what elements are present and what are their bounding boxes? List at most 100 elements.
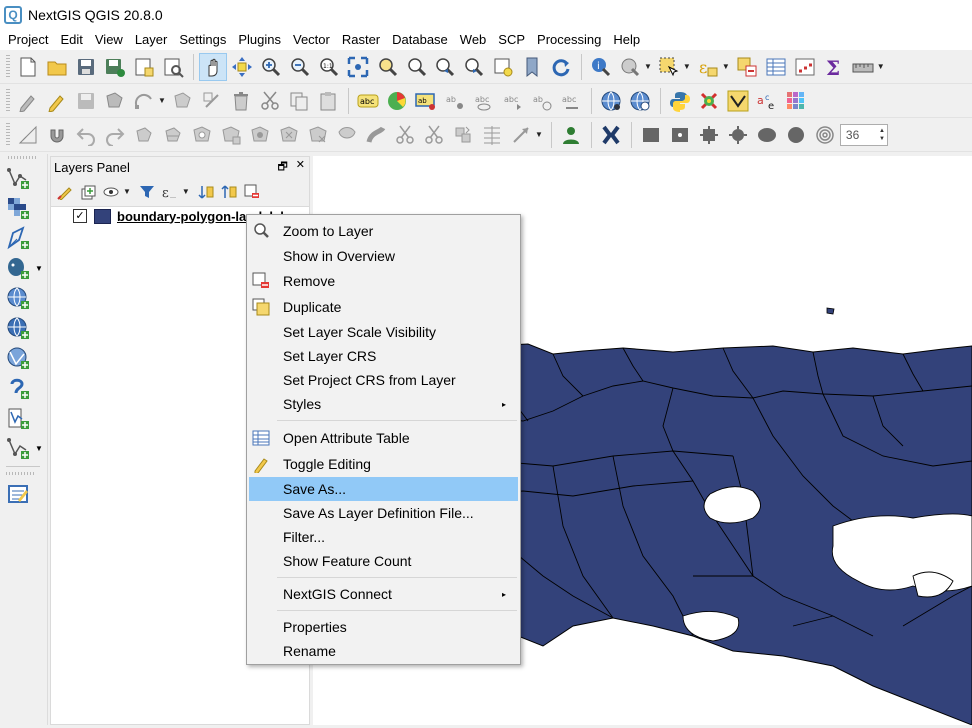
- new-project-button[interactable]: [14, 53, 42, 81]
- select-by-expression-button[interactable]: ε: [694, 53, 722, 81]
- label-toolbar-button[interactable]: abc: [354, 87, 382, 115]
- menu-processing[interactable]: Processing: [531, 30, 607, 50]
- toolbar-grip[interactable]: [6, 88, 10, 113]
- filter-expression-icon[interactable]: ε…: [160, 182, 180, 202]
- zoom-last-button[interactable]: [431, 53, 459, 81]
- save-project-button[interactable]: [72, 53, 100, 81]
- menu-item-nextgis-connect[interactable]: NextGIS Connect ▸: [249, 582, 518, 606]
- modify-attributes-button[interactable]: [198, 87, 226, 115]
- color-grid-button[interactable]: [782, 87, 810, 115]
- zoom-full-button[interactable]: [344, 53, 372, 81]
- close-panel-icon[interactable]: ✕: [296, 158, 305, 177]
- menu-project[interactable]: Project: [2, 30, 54, 50]
- menu-item-remove[interactable]: Remove: [249, 269, 518, 293]
- rotate-point-symbols-button[interactable]: [507, 121, 535, 149]
- merge-selected-button[interactable]: [449, 121, 477, 149]
- copy-features-button[interactable]: [285, 87, 313, 115]
- chevron-down-icon[interactable]: ▼: [877, 62, 885, 71]
- add-delimited-text-button[interactable]: [4, 224, 32, 252]
- rotate-feature-button[interactable]: [130, 121, 158, 149]
- delete-part-button[interactable]: [304, 121, 332, 149]
- chevron-down-icon[interactable]: ▼: [722, 62, 730, 71]
- pin-labels-button[interactable]: ab: [441, 87, 469, 115]
- menu-item-toggle-editing[interactable]: Toggle Editing: [249, 452, 518, 476]
- menu-item-show-in-overview[interactable]: Show in Overview: [249, 244, 518, 268]
- save-as-button[interactable]: [101, 53, 129, 81]
- move-label-button[interactable]: abc: [499, 87, 527, 115]
- layer-visibility-checkbox[interactable]: ✓: [73, 209, 87, 223]
- split-features-button[interactable]: [391, 121, 419, 149]
- rectangle-center-icon[interactable]: [666, 121, 694, 149]
- add-virtual-layer-button[interactable]: [4, 374, 32, 402]
- menu-item-duplicate[interactable]: Duplicate: [249, 295, 518, 319]
- select-features-button[interactable]: [655, 53, 683, 81]
- add-ring-button[interactable]: [188, 121, 216, 149]
- save-layer-edits-button[interactable]: [72, 87, 100, 115]
- vertex-tool-button[interactable]: [169, 87, 197, 115]
- toolbar-grip[interactable]: [6, 54, 10, 79]
- menu-web[interactable]: Web: [454, 30, 493, 50]
- add-group-icon[interactable]: [78, 182, 98, 202]
- chevron-down-icon[interactable]: ▼: [182, 187, 190, 196]
- toolbar-grip[interactable]: [6, 472, 36, 475]
- zoom-in-button[interactable]: [257, 53, 285, 81]
- shape-tools-button[interactable]: [724, 87, 752, 115]
- chevron-down-icon[interactable]: ▼: [644, 62, 652, 71]
- close-cross-icon[interactable]: [597, 121, 625, 149]
- simplify-feature-button[interactable]: [159, 121, 187, 149]
- spiral-icon[interactable]: [811, 121, 839, 149]
- field-statistics-button[interactable]: [791, 53, 819, 81]
- menu-help[interactable]: Help: [607, 30, 646, 50]
- menu-database[interactable]: Database: [386, 30, 454, 50]
- menu-item-rename[interactable]: Rename: [249, 639, 518, 663]
- merge-attributes-button[interactable]: [478, 121, 506, 149]
- snapping-button[interactable]: [14, 121, 42, 149]
- delete-selected-button[interactable]: [227, 87, 255, 115]
- zoom-out-button[interactable]: [286, 53, 314, 81]
- ellipse-icon[interactable]: [753, 121, 781, 149]
- offset-curve-button[interactable]: [362, 121, 390, 149]
- rectangle-symbol-icon[interactable]: [637, 121, 665, 149]
- menu-item-set-layer-scale-visibility[interactable]: Set Layer Scale Visibility: [249, 320, 518, 344]
- menu-item-filter[interactable]: Filter...: [249, 525, 518, 549]
- pan-to-selection-button[interactable]: [228, 53, 256, 81]
- menu-view[interactable]: View: [89, 30, 129, 50]
- reshape-features-button[interactable]: [333, 121, 361, 149]
- menu-item-set-project-crs[interactable]: Set Project CRS from Layer: [249, 368, 518, 392]
- open-attribute-table-button[interactable]: [762, 53, 790, 81]
- add-raster-layer-button[interactable]: [4, 194, 32, 222]
- filter-icon[interactable]: [137, 182, 157, 202]
- menu-vector[interactable]: Vector: [287, 30, 336, 50]
- menu-layer[interactable]: Layer: [129, 30, 174, 50]
- menu-item-zoom-to-layer[interactable]: Zoom to Layer: [249, 219, 518, 243]
- menu-item-save-as[interactable]: Save As...: [249, 477, 518, 501]
- pan-map-button[interactable]: [199, 52, 227, 81]
- menu-item-save-as-layer-definition[interactable]: Save As Layer Definition File...: [249, 501, 518, 525]
- deselect-features-button[interactable]: [733, 53, 761, 81]
- square-center-icon[interactable]: [695, 121, 723, 149]
- new-bookmark-button[interactable]: [518, 53, 546, 81]
- menu-edit[interactable]: Edit: [54, 30, 88, 50]
- redo-button[interactable]: [101, 121, 129, 149]
- chevron-down-icon[interactable]: ▼: [683, 62, 691, 71]
- toolbar-grip[interactable]: [6, 122, 10, 147]
- rotate-label-button[interactable]: ab: [528, 87, 556, 115]
- undo-button[interactable]: [72, 121, 100, 149]
- zoom-native-button[interactable]: 1:1: [315, 53, 343, 81]
- collapse-all-icon[interactable]: [219, 182, 239, 202]
- chevron-down-icon[interactable]: ▼: [35, 444, 43, 453]
- magnet-icon[interactable]: [43, 121, 71, 149]
- nextgis-connect-globe-icon[interactable]: [597, 87, 625, 115]
- menu-raster[interactable]: Raster: [336, 30, 386, 50]
- add-wms-layer-button[interactable]: [4, 284, 32, 312]
- split-parts-button[interactable]: [420, 121, 448, 149]
- show-hide-labels-button[interactable]: abc: [470, 87, 498, 115]
- menu-item-show-feature-count[interactable]: Show Feature Count: [249, 549, 518, 573]
- zoom-next-button[interactable]: [460, 53, 488, 81]
- toolbar-grip[interactable]: [8, 156, 38, 159]
- run-feature-action-button[interactable]: [616, 53, 644, 81]
- menu-item-set-layer-crs[interactable]: Set Layer CRS: [249, 344, 518, 368]
- menu-item-styles[interactable]: Styles ▸: [249, 392, 518, 416]
- new-shapefile-layer-button[interactable]: [4, 404, 32, 432]
- menu-settings[interactable]: Settings: [173, 30, 232, 50]
